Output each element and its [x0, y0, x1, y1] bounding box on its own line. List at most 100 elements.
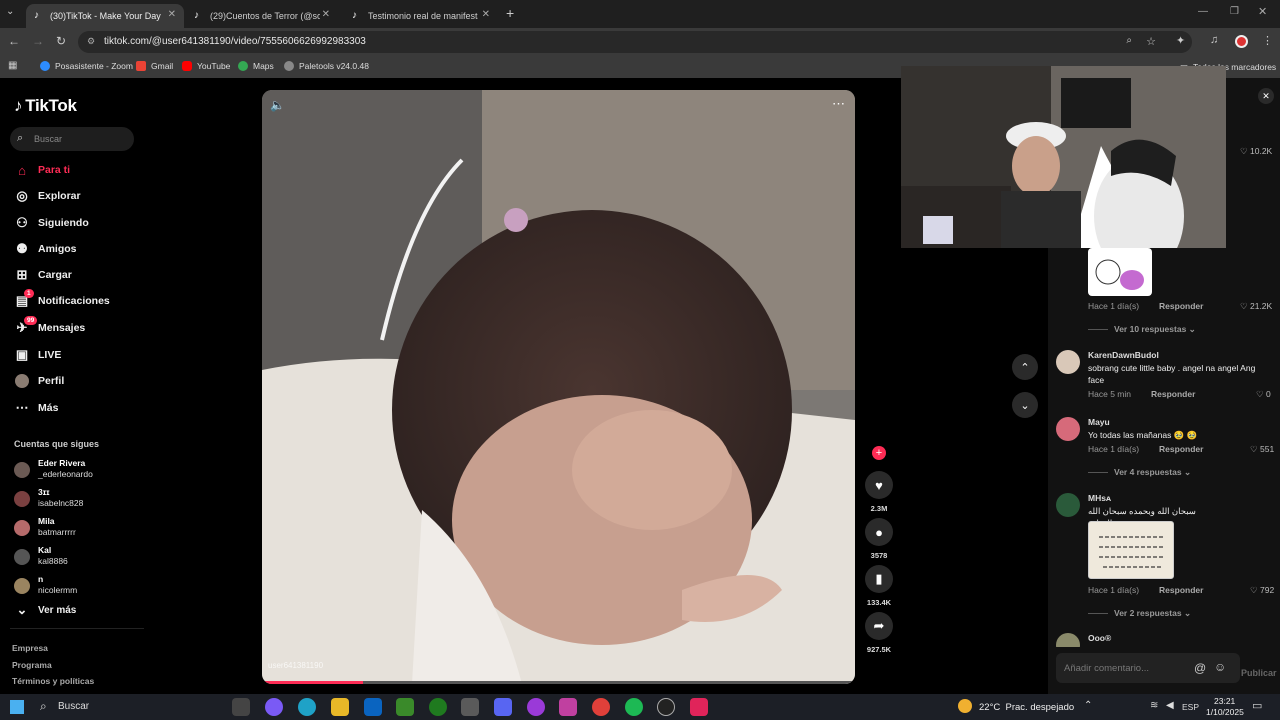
comment-username[interactable]: MHsᴀ	[1088, 493, 1111, 503]
previous-video-button[interactable]: ⌃	[1012, 354, 1038, 380]
tiktok-icon[interactable]	[690, 698, 708, 716]
view-replies-button[interactable]: Ver 10 respuestas ⌄	[1088, 324, 1196, 335]
picture-in-picture-window[interactable]	[901, 66, 1226, 248]
more-options-icon[interactable]: ⋯	[832, 96, 845, 112]
footer-link-empresa[interactable]: Empresa	[12, 643, 48, 653]
nav-perfil[interactable]: Perfil	[14, 371, 64, 391]
nav-explorar[interactable]: ◎ Explorar	[14, 186, 80, 206]
bookmark-zoom[interactable]: Posasistente - Zoom	[40, 61, 133, 71]
comment-like[interactable]: ♡ 551	[1250, 444, 1274, 455]
close-icon[interactable]: ✕	[482, 9, 490, 20]
mention-icon[interactable]: @	[1194, 661, 1206, 675]
next-video-button[interactable]: ⌄	[1012, 392, 1038, 418]
nav-amigos[interactable]: ⚉ Amigos	[14, 239, 76, 259]
avatar[interactable]	[1056, 493, 1080, 517]
comment-username[interactable]: Mayu	[1088, 417, 1110, 427]
clock-date[interactable]: 1/10/2025	[1206, 707, 1244, 717]
taskbar-search[interactable]: ⌕ Buscar	[34, 696, 224, 718]
nav-para-ti[interactable]: ⌂ Para ti	[14, 160, 70, 180]
avatar[interactable]	[1056, 417, 1080, 441]
reply-button[interactable]: Responder	[1159, 444, 1203, 454]
close-icon[interactable]: ✕	[322, 9, 330, 20]
media-icon[interactable]: ♫	[1210, 34, 1218, 46]
comment-button[interactable]: ● 3578	[865, 518, 893, 560]
following-account[interactable]: Mila batmarrrrr	[14, 514, 134, 540]
language-indicator[interactable]: ESP	[1182, 702, 1199, 712]
comment-input[interactable]: Añadir comentario... @ ☺	[1056, 653, 1240, 683]
extensions-icon[interactable]: ✦	[1176, 34, 1185, 47]
tray-chevron-icon[interactable]: ⌃	[1084, 700, 1092, 711]
comment-like[interactable]: ♡ 0	[1256, 389, 1271, 400]
store-icon[interactable]	[461, 698, 479, 716]
volume-icon[interactable]: 🔈	[270, 98, 285, 112]
view-replies-button[interactable]: Ver 4 respuestas ⌄	[1088, 467, 1191, 478]
wifi-icon[interactable]: ≋	[1150, 700, 1158, 711]
comment-like[interactable]: ♡ 21.2K	[1240, 301, 1272, 312]
tab-tiktok[interactable]: ♪ (30)TikTok - Make Your Day ✕	[26, 4, 184, 28]
spotify-icon[interactable]	[625, 698, 643, 716]
discord-icon[interactable]	[494, 698, 512, 716]
bookmark-maps[interactable]: Maps	[238, 61, 274, 71]
site-info-icon[interactable]: ⚙	[87, 36, 95, 47]
search-input[interactable]: ⌕ Buscar	[10, 127, 134, 151]
minimize-button[interactable]: —	[1198, 6, 1208, 17]
following-account[interactable]: 3ɪɪ isabelnc828	[14, 485, 134, 511]
bookmark-button[interactable]: ▮ 133.4K	[865, 565, 893, 607]
chrome-icon[interactable]	[592, 698, 610, 716]
like-count[interactable]: ♡ 10.2K	[1240, 146, 1272, 157]
footer-link-programa[interactable]: Programa	[12, 660, 52, 670]
comment-like[interactable]: ♡ 792	[1250, 585, 1274, 596]
edge-icon[interactable]	[298, 698, 316, 716]
avatar[interactable]	[1235, 35, 1248, 48]
post-button[interactable]: Publicar	[1241, 668, 1277, 678]
reply-button[interactable]: Responder	[1151, 389, 1195, 399]
bookmark-gmail[interactable]: Gmail	[136, 61, 173, 71]
restore-button[interactable]: ❐	[1230, 6, 1239, 17]
follow-plus-button[interactable]: +	[872, 446, 886, 460]
following-account[interactable]: n nicolermm	[14, 572, 134, 598]
url-field[interactable]: ⚙ tiktok.com/@user641381190/video/755560…	[78, 31, 1192, 53]
zoom-icon[interactable]: ⌕	[1126, 35, 1132, 46]
clock-time[interactable]: 23:21	[1214, 696, 1235, 706]
minecraft-icon[interactable]	[396, 698, 414, 716]
avatar[interactable]	[1056, 350, 1080, 374]
obs-icon[interactable]	[657, 698, 675, 716]
nav-siguiendo[interactable]: ⚇ Siguiendo	[14, 213, 89, 233]
reply-button[interactable]: Responder	[1159, 585, 1203, 595]
bookmark-youtube[interactable]: YouTube	[182, 61, 230, 71]
like-button[interactable]: ♥ 2.3M	[865, 471, 893, 513]
tab-testimonio[interactable]: ♪ Testimonio real de manifestac ✕	[344, 4, 498, 28]
menu-icon[interactable]: ⋮	[1262, 34, 1273, 47]
nav-live[interactable]: ▣ LIVE	[14, 345, 62, 365]
speaker-icon[interactable]: ◀	[1166, 700, 1174, 711]
copilot-icon[interactable]	[265, 698, 283, 716]
video-player[interactable]: 🔈 ⋯ user641381190	[262, 90, 855, 684]
share-button[interactable]: ➦ 927.5K	[865, 612, 893, 654]
m365-icon[interactable]	[559, 698, 577, 716]
weather-text[interactable]: 22°C Prac. despejado	[979, 702, 1074, 713]
footer-link-terminos[interactable]: Términos y políticas	[12, 676, 94, 686]
new-tab-button[interactable]: +	[506, 5, 514, 21]
forward-icon[interactable]: →	[32, 34, 44, 48]
close-window-button[interactable]: ✕	[1258, 5, 1267, 18]
progress-bar[interactable]	[262, 681, 855, 684]
view-replies-button[interactable]: Ver 2 respuestas ⌄	[1088, 608, 1191, 619]
apps-icon[interactable]: ▦	[8, 60, 17, 71]
nav-cargar[interactable]: ⊞ Cargar	[14, 265, 72, 285]
emoji-icon[interactable]: ☺	[1214, 660, 1226, 674]
close-icon[interactable]: ✕	[168, 9, 176, 20]
tiktok-logo[interactable]: ♪ TikTok	[14, 96, 77, 116]
avatar[interactable]	[1056, 633, 1080, 647]
comment-username[interactable]: KarenDawnBudol	[1088, 350, 1159, 360]
following-account[interactable]: Kal kal8886	[14, 543, 134, 569]
comment-username[interactable]: Ooo®	[1088, 633, 1111, 643]
tab-list-button[interactable]: ⌄	[6, 6, 22, 22]
back-icon[interactable]: ←	[8, 34, 20, 48]
xbox-icon[interactable]	[429, 698, 447, 716]
notifications-icon[interactable]: ▭	[1252, 699, 1262, 712]
outlook-icon[interactable]	[364, 698, 382, 716]
star-icon[interactable]: ☆	[1146, 35, 1156, 48]
bookmark-paletools[interactable]: Paletools v24.0.48	[284, 61, 369, 71]
nav-notificaciones[interactable]: ▤ 1 Notificaciones	[14, 289, 110, 311]
podcast-icon[interactable]	[527, 698, 545, 716]
